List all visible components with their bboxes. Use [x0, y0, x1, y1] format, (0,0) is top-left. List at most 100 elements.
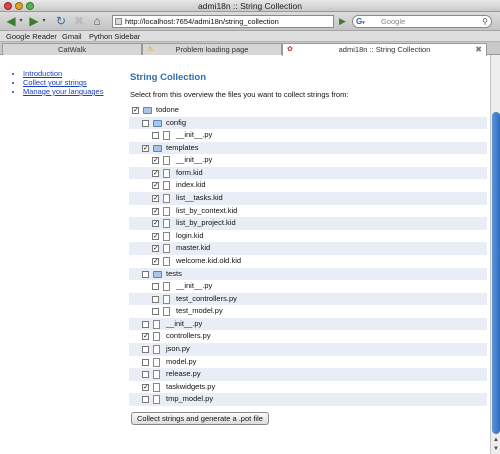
- tree-item-label: todone: [156, 105, 179, 114]
- tree-row: ✓ form.kid: [129, 166, 487, 180]
- file-checkbox[interactable]: [152, 295, 159, 303]
- tree-row: json.py: [129, 342, 487, 356]
- nav-item-collect: Collect your strings: [23, 78, 103, 87]
- collect-strings-button[interactable]: Collect strings and generate a .pot file: [131, 412, 269, 425]
- file-checkbox[interactable]: ✓: [142, 333, 149, 341]
- page-content: Introduction Collect your strings Manage…: [0, 56, 490, 454]
- tree-row: ✓ index.kid: [129, 179, 487, 192]
- file-checkbox[interactable]: ✓: [132, 107, 139, 114]
- tree-row: test_model.py: [129, 305, 487, 318]
- nav-link-introduction[interactable]: Introduction: [23, 69, 62, 78]
- file-checkbox[interactable]: ✓: [152, 169, 159, 177]
- file-icon: [163, 231, 170, 241]
- file-checkbox[interactable]: [152, 283, 159, 291]
- reload-icon[interactable]: ↻: [54, 15, 68, 28]
- tree-row: ✓ controllers.py: [129, 330, 487, 343]
- zoom-window-icon[interactable]: [26, 2, 34, 10]
- bookmark-python-sidebar[interactable]: Python Sidebar: [89, 31, 140, 42]
- file-icon: [163, 194, 170, 204]
- page-intro: Select from this overview the files you …: [130, 90, 349, 99]
- tree-row: ✓ login.kid: [129, 230, 487, 243]
- tree-item-label: test_model.py: [176, 306, 223, 316]
- search-input[interactable]: G▾ Google ⚲: [352, 15, 492, 28]
- back-arrow-icon[interactable]: ◀: [4, 15, 18, 28]
- file-icon: [163, 168, 170, 178]
- tab-catwalk[interactable]: CatWalk: [2, 43, 142, 55]
- scrollbar-thumb[interactable]: [492, 112, 500, 434]
- close-tab-icon[interactable]: ✖: [475, 44, 482, 55]
- folder-icon: [143, 107, 152, 114]
- tree-item-label: tests: [166, 268, 182, 278]
- file-checkbox[interactable]: [152, 132, 159, 140]
- file-checkbox[interactable]: ✓: [152, 257, 159, 265]
- tree-item-label: index.kid: [176, 180, 206, 190]
- file-checkbox[interactable]: ✓: [152, 245, 159, 253]
- file-checkbox[interactable]: [142, 396, 149, 404]
- nav-link-manage-languages[interactable]: Manage your languages: [23, 87, 103, 96]
- window-title-bar: admi18n :: String Collection: [0, 0, 500, 12]
- tree-item-label: login.kid: [176, 230, 204, 240]
- tree-item-label: __init__.py: [176, 130, 213, 140]
- file-checkbox[interactable]: [142, 270, 149, 278]
- tree-item-label: taskwidgets.py: [166, 381, 216, 391]
- tree-row: tests: [129, 267, 487, 281]
- file-icon: [163, 206, 170, 216]
- tree-row: ✓ list__tasks.kid: [129, 192, 487, 205]
- back-dropdown-icon[interactable]: ▾: [18, 15, 24, 28]
- google-engine-icon[interactable]: G▾: [356, 17, 367, 26]
- tree-row: tmp_model.py: [129, 393, 487, 406]
- turbogears-favicon-icon: ✿: [287, 46, 293, 53]
- file-checkbox[interactable]: [142, 358, 149, 366]
- home-icon[interactable]: ⌂: [90, 15, 104, 28]
- tree-item-label: welcome.kid.old.kid: [176, 255, 242, 265]
- file-icon: [153, 370, 160, 380]
- tree-row: __init__.py: [129, 129, 487, 142]
- bookmark-google-reader[interactable]: Google Reader: [6, 31, 57, 42]
- tree-row: config: [129, 116, 487, 130]
- stop-icon[interactable]: ✖: [72, 15, 86, 28]
- tree-row: test_controllers.py: [129, 292, 487, 306]
- minimize-window-icon[interactable]: [15, 2, 23, 10]
- url-input[interactable]: http://localhost:7654/admi18n/string_col…: [112, 15, 334, 28]
- close-window-icon[interactable]: [4, 2, 12, 10]
- search-magnifier-icon[interactable]: ⚲: [482, 16, 488, 27]
- tree-row: ✓ __init__.py: [129, 154, 487, 167]
- file-checkbox[interactable]: [142, 320, 149, 328]
- page-title: String Collection: [130, 72, 206, 83]
- tab-admi18n[interactable]: ✿ admi18n :: String Collection ✖: [282, 43, 487, 56]
- file-checkbox[interactable]: ✓: [152, 207, 159, 215]
- file-checkbox[interactable]: ✓: [152, 182, 159, 190]
- tree-row: __init__.py: [129, 280, 487, 293]
- file-icon: [163, 219, 170, 229]
- file-checkbox[interactable]: [152, 308, 159, 316]
- file-checkbox[interactable]: ✓: [142, 144, 149, 152]
- file-icon: [163, 181, 170, 191]
- tab-problem-loading[interactable]: ⚠ Problem loading page: [142, 43, 282, 55]
- go-arrow-icon[interactable]: ▶: [336, 15, 349, 28]
- tree-row: release.py: [129, 368, 487, 381]
- tree-item-label: tmp_model.py: [166, 394, 214, 404]
- file-checkbox[interactable]: ✓: [152, 195, 159, 203]
- file-checkbox[interactable]: ✓: [152, 157, 159, 165]
- bookmark-gmail[interactable]: Gmail: [62, 31, 82, 42]
- forward-arrow-icon[interactable]: ▶: [27, 15, 41, 28]
- file-checkbox[interactable]: [142, 119, 149, 127]
- tree-item-label: model.py: [166, 356, 197, 366]
- scroll-down-icon[interactable]: ▼: [492, 445, 500, 453]
- page-scrollbar[interactable]: ▲ ▼: [490, 55, 500, 454]
- file-checkbox[interactable]: [142, 345, 149, 353]
- tab-label: Problem loading page: [175, 45, 249, 54]
- file-checkbox[interactable]: [142, 371, 149, 379]
- forward-dropdown-icon[interactable]: ▾: [41, 15, 47, 28]
- file-icon: [153, 344, 160, 354]
- nav-link-collect-strings[interactable]: Collect your strings: [23, 78, 87, 87]
- tree-item-label: controllers.py: [166, 331, 211, 341]
- file-checkbox[interactable]: ✓: [152, 220, 159, 228]
- bookmarks-bar: Google Reader Gmail Python Sidebar: [0, 31, 500, 42]
- file-checkbox[interactable]: ✓: [152, 232, 159, 240]
- tree-item-label: list_by_context.kid: [176, 205, 238, 215]
- scroll-up-icon[interactable]: ▲: [492, 436, 500, 444]
- file-checkbox[interactable]: ✓: [142, 383, 149, 391]
- file-icon: [163, 307, 170, 317]
- tab-strip: CatWalk ⚠ Problem loading page ✿ admi18n…: [0, 42, 500, 56]
